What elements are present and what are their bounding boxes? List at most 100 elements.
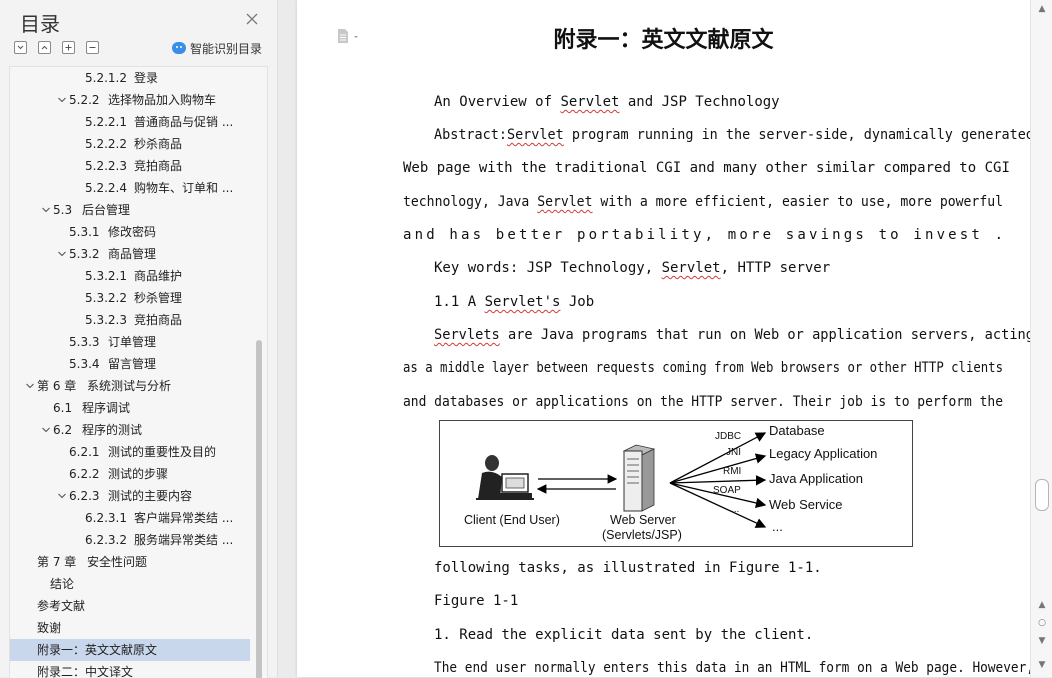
chevron-down-icon[interactable]: [56, 243, 68, 265]
document-line: and databases or applications on the HTT…: [403, 394, 1003, 410]
text-run: Web page with the traditional CGI and ma…: [403, 160, 1010, 176]
document-line: The end user normally enters this data i…: [434, 660, 1034, 676]
toc-item-label: 购物车、订单和 ...: [134, 181, 234, 195]
toc-item-label: 竞拍商品: [134, 159, 183, 173]
chevron-down-icon[interactable]: [56, 485, 68, 507]
toc-item[interactable]: 附录二：中文译文: [10, 661, 250, 678]
document-line: technology, Java Servlet with a more eff…: [403, 194, 1003, 210]
toc-item[interactable]: 5.3.2 商品管理: [10, 243, 250, 265]
text-run: as a middle layer between requests comin…: [403, 360, 1003, 376]
toc-item-label: 商品维护: [134, 269, 183, 283]
text-run: and has better portability, more savings…: [403, 227, 1007, 243]
toc-item[interactable]: 5.3.4 留言管理: [10, 353, 250, 375]
text-run: and databases or applications on the HTT…: [403, 394, 1003, 410]
toc-item[interactable]: 6.1 程序调试: [10, 397, 250, 419]
toc-item[interactable]: 5.2.2.3 竞拍商品: [10, 155, 250, 177]
text-run: An Overview of: [434, 94, 561, 110]
toc-item-number: 5.3.2.3: [85, 313, 127, 327]
toc-item-number: 5.3.2.2: [85, 291, 127, 305]
toc-item-number: 5.3.2.1: [85, 269, 127, 283]
document-line: 1. Read the explicit data sent by the cl…: [434, 627, 813, 643]
document-line: 1.1 A Servlet's Job: [434, 294, 594, 310]
chevron-down-icon[interactable]: [40, 419, 52, 441]
toc-title: 目录: [20, 12, 60, 36]
toc-item[interactable]: 6.2.1 测试的重要性及目的: [10, 441, 250, 463]
toc-item[interactable]: 5.2.2.2 秒杀商品: [10, 133, 250, 155]
scroll-down-icon[interactable]: ▼: [1031, 660, 1052, 670]
toc-item[interactable]: 5.3.3 订单管理: [10, 331, 250, 353]
toc-item-label: 致谢: [37, 621, 62, 635]
toc-item-label: 登录: [134, 71, 159, 85]
toc-item[interactable]: 5.2.2 选择物品加入购物车: [10, 89, 250, 111]
document-scroll-thumb[interactable]: [1035, 479, 1049, 511]
toc-item[interactable]: 致谢: [10, 617, 250, 639]
toc-item[interactable]: 附录一：英文文献原文: [10, 639, 250, 661]
toc-item[interactable]: 5.3 后台管理: [10, 199, 250, 221]
expand-all-icon[interactable]: [38, 41, 51, 54]
document-scrollbar[interactable]: ▲ ▲ ○ ▼ ▼: [1030, 0, 1052, 677]
toc-item[interactable]: 5.3.1 修改密码: [10, 221, 250, 243]
server-sublabel: (Servlets/JSP): [602, 528, 682, 542]
toc-item[interactable]: 6.2.3.1 客户端异常类结 ...: [10, 507, 250, 529]
close-icon[interactable]: [244, 11, 260, 27]
smart-toc-button[interactable]: 智能识别目录: [172, 40, 262, 56]
toc-item[interactable]: 5.3.2.1 商品维护: [10, 265, 250, 287]
text-run: Key words: JSP Technology,: [434, 260, 662, 276]
protocol-label: SOAP: [713, 485, 741, 496]
smart-toc-label: 智能识别目录: [190, 41, 263, 56]
text-run: 1. Read the explicit data sent by the cl…: [434, 627, 814, 643]
document-page: 附录一：英文文献原文 An Overview of Servlet and JS…: [297, 0, 1034, 677]
remove-heading-icon[interactable]: [86, 41, 99, 54]
toc-item[interactable]: 第 6 章系统测试与分析: [10, 375, 250, 397]
toc-item-number: 6.2.2: [69, 467, 100, 481]
toc-scrollbar[interactable]: [256, 67, 262, 678]
servlet-architecture-figure: JDBC JNI RMI SOAP ... Database Legacy Ap…: [439, 420, 913, 547]
toc-item[interactable]: 参考文献: [10, 595, 250, 617]
toc-item[interactable]: 第 7 章安全性问题: [10, 551, 250, 573]
spellcheck-word: Servlets: [434, 327, 500, 343]
text-run: technology, Java: [403, 194, 538, 210]
page-nav-icon[interactable]: ○: [1031, 618, 1052, 628]
toc-item[interactable]: 5.3.2.2 秒杀管理: [10, 287, 250, 309]
text-run: with a more efficient, easier to use, mo…: [592, 194, 1003, 210]
spellcheck-word: Servlet: [560, 94, 620, 110]
document-title: 附录一：英文文献原文: [553, 28, 774, 53]
scroll-page-up-icon[interactable]: ▲: [1031, 600, 1052, 610]
toc-item-label: 订单管理: [108, 335, 157, 349]
chevron-down-icon[interactable]: [56, 89, 68, 111]
toc-item-number: 6.2.1: [69, 445, 100, 459]
toc-item[interactable]: 6.2 程序的测试: [10, 419, 250, 441]
toc-item[interactable]: 5.3.2.3 竞拍商品: [10, 309, 250, 331]
toc-item[interactable]: 5.2.2.4 购物车、订单和 ...: [10, 177, 250, 199]
toc-item-number: 5.2.2: [69, 93, 100, 107]
document-line: as a middle layer between requests comin…: [403, 360, 1003, 376]
chevron-down-icon[interactable]: [24, 375, 36, 397]
toc-item[interactable]: 5.2.1.2 登录: [10, 67, 250, 89]
toc-item[interactable]: 5.2.2.1 普通商品与促销 ...: [10, 111, 250, 133]
server-label: Web Server: [610, 513, 676, 527]
target-label: Web Service: [769, 497, 842, 512]
toc-item-label: 参考文献: [37, 599, 86, 613]
toc-scroll-thumb[interactable]: [256, 340, 262, 678]
chevron-down-icon[interactable]: [40, 199, 52, 221]
toc-item[interactable]: 6.2.3.2 服务端异常类结 ...: [10, 529, 250, 551]
toc-item-label: 附录一：英文文献原文: [37, 643, 158, 657]
toc-item-label: 程序调试: [82, 401, 131, 415]
scroll-page-down-icon[interactable]: ▼: [1031, 636, 1052, 646]
toc-item[interactable]: 结论: [10, 573, 250, 595]
toc-item-number: 第 7 章: [37, 555, 77, 569]
text-run: Abstract:: [434, 127, 507, 143]
add-heading-icon[interactable]: [62, 41, 75, 54]
collapse-all-icon[interactable]: [14, 41, 27, 54]
scroll-up-icon[interactable]: ▲: [1031, 4, 1052, 14]
toc-item-label: 测试的重要性及目的: [108, 445, 217, 459]
toc-item-number: 6.2.3.1: [85, 511, 127, 525]
toc-item-label: 结论: [50, 577, 75, 591]
protocol-label: ...: [731, 504, 739, 515]
toc-item-label: 留言管理: [108, 357, 157, 371]
protocol-label: JNI: [726, 447, 741, 458]
toc-item-label: 秒杀商品: [134, 137, 183, 151]
toc-item[interactable]: 6.2.3 测试的主要内容: [10, 485, 250, 507]
toc-item[interactable]: 6.2.2 测试的步骤: [10, 463, 250, 485]
document-line: Servlets are Java programs that run on W…: [434, 327, 1034, 343]
